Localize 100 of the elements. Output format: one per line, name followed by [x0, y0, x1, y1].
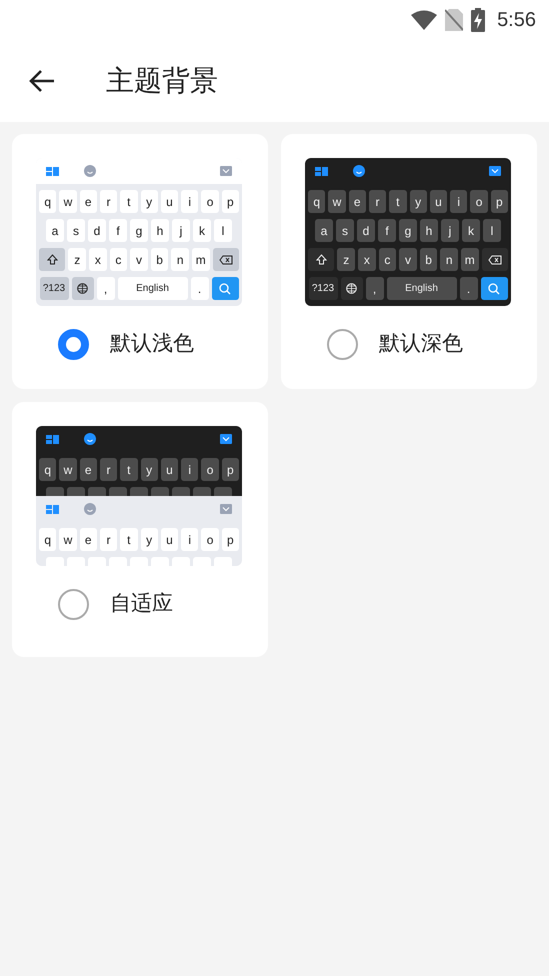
keyboard-key[interactable]: k	[193, 219, 211, 242]
keyboard-key[interactable]: n	[171, 248, 189, 271]
keyboard-key[interactable]: j	[172, 219, 190, 242]
keyboard-key[interactable]: c	[110, 248, 128, 271]
keyboard-key[interactable]: h	[151, 219, 169, 242]
keyboard-key[interactable]: i	[450, 190, 468, 213]
space-key[interactable]: English	[386, 277, 456, 300]
keyboard-key[interactable]: t	[120, 528, 138, 551]
keyboard-key[interactable]: r	[100, 528, 118, 551]
keyboard-key[interactable]: p	[222, 190, 239, 213]
keyboard-key[interactable]: e	[80, 458, 97, 481]
keyboard-key[interactable]: v	[130, 248, 148, 271]
grid-icon	[46, 166, 59, 176]
keyboard-key[interactable]: q	[39, 528, 56, 551]
keyboard-key[interactable]: b	[150, 248, 168, 271]
keyboard-key[interactable]: r	[368, 190, 386, 213]
radio-button[interactable]	[58, 328, 89, 360]
theme-card[interactable]: q w e r t y u i o p a s d f g h j k l z x c v b n m ?123 , English . 默认浅色	[12, 134, 268, 389]
keyboard-key[interactable]: q	[39, 458, 56, 481]
keyboard-key[interactable]: h	[420, 219, 438, 242]
emoji-icon	[84, 165, 96, 177]
radio-button[interactable]	[58, 588, 89, 620]
keyboard-key[interactable]: e	[348, 190, 366, 213]
period-key[interactable]: .	[190, 277, 208, 300]
keyboard-key[interactable]: s	[336, 219, 354, 242]
keyboard-key[interactable]: y	[140, 458, 158, 481]
emoji-icon	[84, 433, 96, 445]
keyboard-key[interactable]: z	[337, 248, 356, 271]
keyboard-key[interactable]: q	[39, 190, 56, 213]
keyboard-key[interactable]: c	[378, 248, 396, 271]
keyboard-key[interactable]: y	[410, 190, 427, 213]
keyboard-key[interactable]: t	[389, 190, 406, 213]
keyboard-key[interactable]: o	[470, 190, 488, 213]
keyboard-key[interactable]: o	[201, 458, 219, 481]
keyboard-key[interactable]: x	[358, 248, 376, 271]
keyboard-key[interactable]: r	[100, 190, 118, 213]
keyboard-key[interactable]: f	[109, 219, 127, 242]
keyboard-key[interactable]: y	[140, 190, 158, 213]
keyboard-key[interactable]: w	[59, 458, 77, 481]
comma-key[interactable]: ,	[366, 277, 384, 300]
keyboard-key[interactable]: u	[160, 528, 178, 551]
keyboard-key[interactable]: w	[328, 190, 346, 213]
theme-card[interactable]: q w e r t y u i o p a s d f g h j k l z x c v b n m ?123 , English . 默认深色	[281, 134, 537, 389]
backspace-key[interactable]	[212, 248, 239, 271]
keyboard-key[interactable]: a	[46, 219, 64, 242]
theme-label: 自适应	[110, 591, 173, 618]
keyboard-key[interactable]: y	[140, 528, 158, 551]
keyboard-key[interactable]: o	[201, 190, 219, 213]
keyboard-key[interactable]: g	[130, 219, 148, 242]
keyboard-key[interactable]: i	[181, 190, 198, 213]
keyboard-key[interactable]: b	[420, 248, 438, 271]
numbers-key[interactable]: ?123	[308, 277, 338, 300]
keyboard-key[interactable]: k	[462, 219, 480, 242]
shift-key[interactable]	[308, 248, 334, 271]
keyboard-key[interactable]: i	[181, 458, 198, 481]
keyboard-key[interactable]: d	[88, 219, 106, 242]
keyboard-key[interactable]: d	[357, 219, 375, 242]
theme-card[interactable]: q w e r t y u i o p q w e r t y u i o p 自适应	[12, 402, 268, 657]
globe-key[interactable]	[340, 277, 362, 300]
keyboard-key[interactable]: u	[430, 190, 448, 213]
keyboard-key[interactable]: x	[89, 248, 107, 271]
keyboard-key[interactable]: p	[222, 528, 239, 551]
keyboard-key[interactable]: p	[490, 190, 508, 213]
keyboard-key[interactable]: q	[308, 190, 326, 213]
numbers-key[interactable]: ?123	[40, 277, 68, 300]
keyboard-key[interactable]: e	[80, 528, 97, 551]
radio-button[interactable]	[327, 328, 358, 360]
keyboard-key[interactable]: u	[160, 458, 178, 481]
keyboard-key[interactable]: u	[160, 190, 178, 213]
shift-icon	[316, 254, 327, 265]
backspace-key[interactable]	[482, 248, 508, 271]
keyboard-key[interactable]: s	[67, 219, 85, 242]
search-key[interactable]	[480, 277, 508, 300]
keyboard-key[interactable]: l	[483, 219, 501, 242]
back-button[interactable]	[28, 68, 56, 94]
keyboard-key[interactable]: w	[59, 190, 77, 213]
period-key[interactable]: .	[460, 277, 478, 300]
keyboard-key[interactable]: m	[460, 248, 479, 271]
keyboard-key[interactable]: g	[399, 219, 417, 242]
space-key[interactable]: English	[118, 277, 188, 300]
globe-key[interactable]	[72, 277, 94, 300]
keyboard-key[interactable]: f	[378, 219, 396, 242]
hide-keyboard-icon	[220, 166, 232, 176]
keyboard-key[interactable]: e	[80, 190, 97, 213]
comma-key[interactable]: ,	[96, 277, 114, 300]
keyboard-key[interactable]: t	[120, 190, 138, 213]
keyboard-key[interactable]: z	[68, 248, 86, 271]
keyboard-key[interactable]: i	[181, 528, 198, 551]
keyboard-key[interactable]: m	[192, 248, 210, 271]
keyboard-key[interactable]: w	[59, 528, 77, 551]
keyboard-key[interactable]: o	[201, 528, 219, 551]
keyboard-key[interactable]: l	[214, 219, 232, 242]
keyboard-key[interactable]: n	[440, 248, 458, 271]
keyboard-key[interactable]: r	[100, 458, 118, 481]
keyboard-key[interactable]: t	[120, 458, 138, 481]
keyboard-key[interactable]: j	[441, 219, 459, 242]
keyboard-key[interactable]: p	[222, 458, 239, 481]
shift-key[interactable]	[39, 248, 66, 271]
keyboard-key[interactable]: v	[399, 248, 417, 271]
keyboard-key[interactable]: a	[315, 219, 333, 242]
